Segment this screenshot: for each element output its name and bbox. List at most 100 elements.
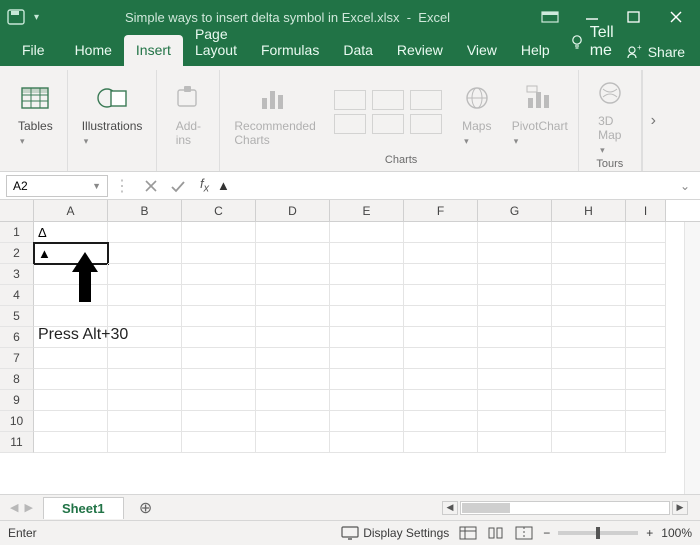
- cell[interactable]: [478, 369, 552, 390]
- row-6[interactable]: 6: [0, 327, 34, 348]
- tables-button[interactable]: Tables: [12, 77, 59, 147]
- ribbon-scroll-right[interactable]: ›: [642, 70, 664, 171]
- cell[interactable]: [626, 390, 666, 411]
- cell[interactable]: [478, 264, 552, 285]
- cell[interactable]: [108, 222, 182, 243]
- cell[interactable]: [182, 432, 256, 453]
- cell[interactable]: [330, 348, 404, 369]
- tab-insert[interactable]: Insert: [124, 35, 183, 66]
- cell[interactable]: [626, 264, 666, 285]
- row-1[interactable]: 1: [0, 222, 34, 243]
- cell-A2[interactable]: ▲: [34, 243, 108, 264]
- cell[interactable]: [108, 411, 182, 432]
- row-11[interactable]: 11: [0, 432, 34, 453]
- cell[interactable]: [256, 432, 330, 453]
- cancel-edit-button[interactable]: [144, 179, 158, 193]
- cell[interactable]: [34, 285, 108, 306]
- cell[interactable]: [404, 264, 478, 285]
- col-H[interactable]: H: [552, 200, 626, 221]
- cell[interactable]: [478, 390, 552, 411]
- fx-icon[interactable]: fx: [200, 176, 209, 195]
- cell[interactable]: [404, 348, 478, 369]
- col-F[interactable]: F: [404, 200, 478, 221]
- hscroll-left-icon[interactable]: ◀: [442, 501, 458, 515]
- cell[interactable]: [626, 432, 666, 453]
- cell[interactable]: [626, 411, 666, 432]
- cell[interactable]: [330, 285, 404, 306]
- cell[interactable]: [256, 411, 330, 432]
- cell[interactable]: [552, 222, 626, 243]
- cell[interactable]: [34, 411, 108, 432]
- tab-review[interactable]: Review: [385, 35, 455, 66]
- cell[interactable]: [626, 243, 666, 264]
- maximize-button[interactable]: [620, 3, 648, 31]
- tab-home[interactable]: Home: [63, 35, 124, 66]
- cell[interactable]: [552, 243, 626, 264]
- cell[interactable]: [182, 348, 256, 369]
- cell[interactable]: [256, 243, 330, 264]
- view-pagelayout-icon[interactable]: [487, 526, 505, 540]
- cell[interactable]: [330, 390, 404, 411]
- cell[interactable]: [182, 306, 256, 327]
- row-9[interactable]: 9: [0, 390, 34, 411]
- cell[interactable]: [256, 348, 330, 369]
- cell[interactable]: [478, 327, 552, 348]
- zoom-control[interactable]: − + 100%: [543, 526, 692, 540]
- cell[interactable]: [478, 285, 552, 306]
- chart-type-gallery[interactable]: [328, 90, 448, 134]
- cell[interactable]: [552, 348, 626, 369]
- cell[interactable]: [108, 390, 182, 411]
- row-4[interactable]: 4: [0, 285, 34, 306]
- namebox-resize-icon[interactable]: ⋮: [114, 176, 130, 196]
- cell[interactable]: [404, 327, 478, 348]
- tab-page-layout[interactable]: Page Layout: [183, 19, 249, 66]
- cell[interactable]: [108, 264, 182, 285]
- tab-file[interactable]: File: [14, 35, 63, 66]
- cell[interactable]: [404, 222, 478, 243]
- row-10[interactable]: 10: [0, 411, 34, 432]
- cell[interactable]: [34, 369, 108, 390]
- cell[interactable]: [552, 369, 626, 390]
- row-2[interactable]: 2: [0, 243, 34, 264]
- tab-view[interactable]: View: [455, 35, 509, 66]
- row-3[interactable]: 3: [0, 264, 34, 285]
- cell[interactable]: [34, 432, 108, 453]
- cell[interactable]: [256, 306, 330, 327]
- cell[interactable]: [256, 390, 330, 411]
- cell[interactable]: [330, 243, 404, 264]
- cell[interactable]: [256, 327, 330, 348]
- col-I[interactable]: I: [626, 200, 666, 221]
- formula-bar-expand-icon[interactable]: ⌄: [680, 179, 690, 193]
- share-button[interactable]: + Share: [622, 38, 689, 66]
- illustrations-button[interactable]: Illustrations: [76, 77, 149, 147]
- cell[interactable]: [626, 306, 666, 327]
- cell[interactable]: [256, 222, 330, 243]
- col-D[interactable]: D: [256, 200, 330, 221]
- cell[interactable]: [34, 306, 108, 327]
- cell[interactable]: [182, 285, 256, 306]
- cell[interactable]: [182, 222, 256, 243]
- accept-edit-button[interactable]: [170, 179, 186, 193]
- cell[interactable]: [330, 432, 404, 453]
- cell[interactable]: [404, 306, 478, 327]
- cell[interactable]: [552, 390, 626, 411]
- vertical-scrollbar[interactable]: [684, 222, 700, 494]
- sheet-nav-prev-icon[interactable]: ◀: [10, 501, 18, 514]
- cell[interactable]: [552, 306, 626, 327]
- cell[interactable]: [108, 348, 182, 369]
- zoom-slider[interactable]: [558, 531, 638, 535]
- cell[interactable]: [182, 243, 256, 264]
- tell-me[interactable]: Tell me: [562, 18, 622, 66]
- cell[interactable]: [108, 285, 182, 306]
- cell[interactable]: [182, 327, 256, 348]
- display-settings-icon[interactable]: [341, 526, 359, 540]
- cell[interactable]: [34, 264, 108, 285]
- cell[interactable]: [256, 264, 330, 285]
- zoom-out-button[interactable]: −: [543, 526, 550, 540]
- recommended-charts-button[interactable]: Recommended Charts: [228, 77, 321, 147]
- col-E[interactable]: E: [330, 200, 404, 221]
- cell[interactable]: [404, 411, 478, 432]
- row-5[interactable]: 5: [0, 306, 34, 327]
- col-B[interactable]: B: [108, 200, 182, 221]
- cell[interactable]: [626, 327, 666, 348]
